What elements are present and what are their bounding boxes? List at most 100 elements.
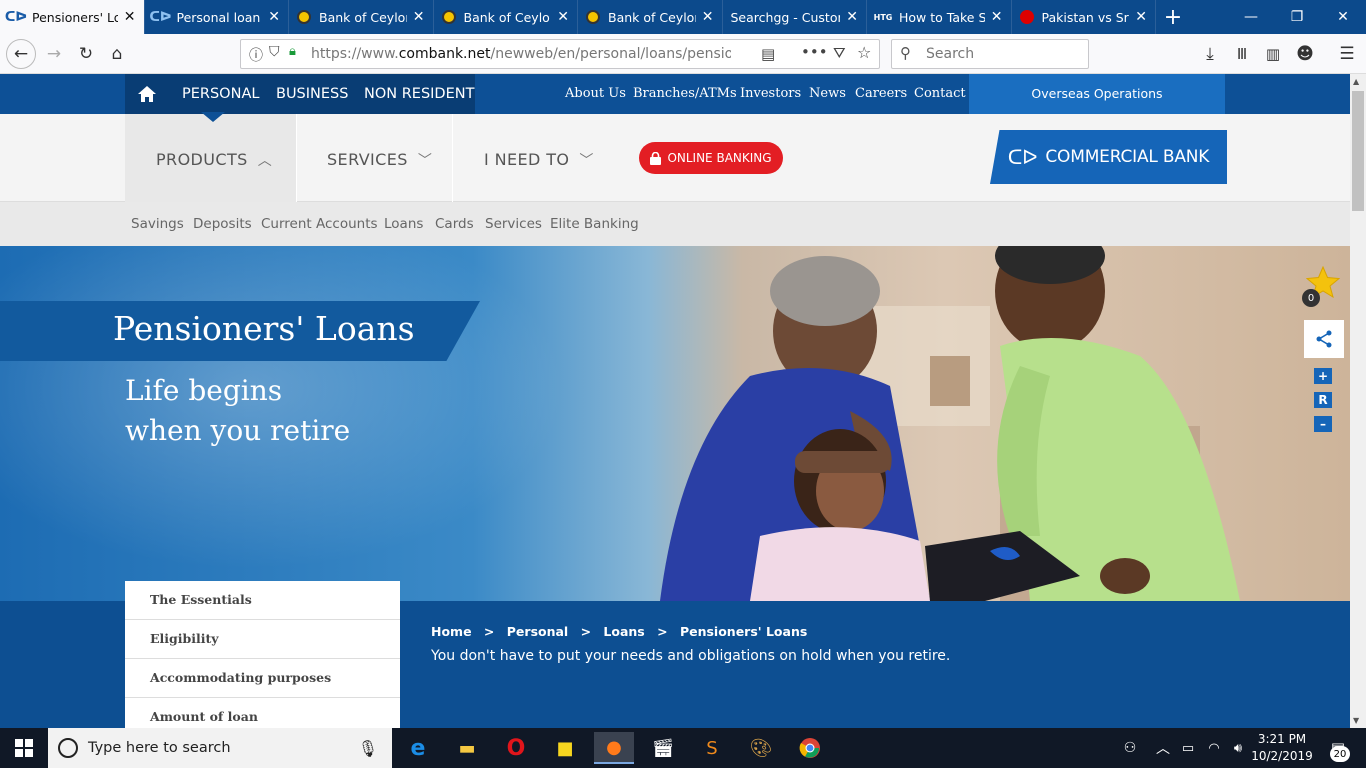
close-tab-icon[interactable]: ✕ [702,9,714,25]
tracking-shield-icon[interactable]: ⛉ [269,44,280,60]
scroll-down-arrow-icon[interactable]: ▼ [1353,716,1359,725]
menu-products[interactable]: PRODUCTS ︿ [156,150,272,170]
browser-tab[interactable]: Searchgg - Custom ✕ [723,0,867,34]
library-icon[interactable]: Ⅲ [1228,40,1256,68]
browser-tab[interactable]: ᑕᐅ Pensioners' Loans ✕ [0,0,145,34]
menu-hamburger-icon[interactable]: ☰ [1333,40,1361,68]
subnav-loans[interactable]: Loans [384,202,423,246]
taskbar-search-input[interactable]: Type here to search 🎙︎ [48,728,392,768]
browser-tab[interactable]: Bank of Ceylon ✕ [289,0,434,34]
start-button[interactable] [0,728,48,768]
home-icon[interactable]: ⌂ [103,40,131,68]
link-investors[interactable]: Investors [740,74,801,114]
subnav-elite-banking[interactable]: Elite Banking [550,202,639,246]
link-careers[interactable]: Careers [855,74,907,114]
boc-favicon-icon [441,10,456,24]
browser-tab[interactable]: HTG How to Take Scr ✕ [867,0,1012,34]
subnav-deposits[interactable]: Deposits [193,202,252,246]
menu-i-need-to[interactable]: I NEED TO ﹀ [484,150,594,170]
file-explorer-icon[interactable]: ▬ [447,732,487,764]
battery-icon[interactable]: ▭ [1174,732,1202,764]
sidebar-icon[interactable]: ▥ [1259,40,1287,68]
chrome-icon[interactable] [790,732,830,764]
menu-services[interactable]: SERVICES ﹀ [327,150,432,170]
browser-tab[interactable]: Bank of Ceylon ✕ [578,0,723,34]
close-tab-icon[interactable]: ✕ [124,9,136,25]
microphone-icon[interactable]: 🎙︎ [358,739,378,758]
link-branches-atms[interactable]: Branches/ATMs [633,74,737,114]
close-tab-icon[interactable]: ✕ [846,9,858,25]
opera-icon[interactable]: O [496,732,536,764]
system-clock[interactable]: 3:21 PM 10/2/2019 [1250,731,1314,765]
reader-view-icon[interactable]: ▤ [761,45,775,63]
link-news[interactable]: News [809,74,846,114]
sticky-notes-icon[interactable]: ■ [545,732,585,764]
video-editor-icon[interactable]: 🎬︎ [643,732,683,764]
paint-icon[interactable]: 🎨︎ [741,732,781,764]
pocket-icon[interactable]: ⛛ [833,44,846,62]
side-menu-item-eligibility[interactable]: Eligibility [125,620,400,659]
scrollbar-thumb[interactable] [1352,91,1364,211]
side-menu-item-purposes[interactable]: Accommodating purposes [125,659,400,698]
share-button[interactable] [1304,320,1344,358]
overseas-operations-link[interactable]: Overseas Operations [969,74,1225,114]
text-size-decrease-button[interactable]: – [1314,416,1332,432]
browser-tab[interactable]: Pakistan vs Sri Lan ✕ [1012,0,1156,34]
chevron-up-icon: ︿ [257,153,273,169]
edge-icon[interactable]: e [398,732,438,764]
scroll-up-arrow-icon[interactable]: ▲ [1353,77,1359,86]
boc-favicon-icon [586,10,600,24]
info-icon[interactable]: ⓘ [249,45,263,65]
close-tab-icon[interactable]: ✕ [991,9,1003,25]
bookmark-star-icon[interactable]: ☆ [857,43,871,62]
page-scrollbar[interactable]: ▲ ▼ [1350,74,1366,728]
new-tab-button[interactable]: + [1156,0,1190,34]
subnav-services[interactable]: Services [485,202,542,246]
minimize-icon[interactable]: — [1228,0,1274,34]
site-home-button[interactable] [125,74,169,114]
close-tab-icon[interactable]: ✕ [413,9,425,25]
side-menu-item-amount[interactable]: Amount of loan [125,698,400,728]
page-actions-icon[interactable]: ••• [801,43,828,61]
subnav-savings[interactable]: Savings [131,202,184,246]
sublime-text-icon[interactable]: S [692,732,732,764]
search-icon: ⚲ [900,44,911,62]
browser-tab[interactable]: ᑕᐅ Personal loan | Pe ✕ [145,0,289,34]
nav-business[interactable]: BUSINESS [276,74,348,114]
side-menu-item-essentials[interactable]: The Essentials [125,581,400,620]
commercial-bank-logo[interactable]: ᑕᐅ COMMERCIAL BANK [990,130,1227,184]
chevron-down-icon: ﹀ [579,153,594,169]
account-icon[interactable]: ☻ [1291,40,1319,68]
reload-icon[interactable]: ↻ [72,40,100,68]
menu-products-label: PRODUCTS [156,150,248,169]
restore-icon[interactable]: ❐ [1274,0,1320,34]
nav-personal[interactable]: PERSONAL [182,74,259,114]
lock-icon: 🔒︎ [289,44,296,59]
online-banking-button[interactable]: ONLINE BANKING [639,142,783,174]
nav-non-resident[interactable]: NON RESIDENT [364,74,474,114]
site-top-nav: PERSONAL BUSINESS NON RESIDENT About Us … [0,74,1350,114]
breadcrumb-home[interactable]: Home [431,624,472,639]
breadcrumb-loans[interactable]: Loans [603,624,644,639]
downloads-icon[interactable]: ⤓ [1196,40,1224,68]
subnav-current-accounts[interactable]: Current Accounts [261,202,378,246]
subnav-cards[interactable]: Cards [435,202,474,246]
forward-arrow-icon[interactable]: → [40,40,68,68]
people-icon[interactable]: ⚇ [1110,732,1150,764]
close-tab-icon[interactable]: ✕ [1135,9,1147,25]
browser-tab[interactable]: Bank of Ceylon ✕ [434,0,578,34]
link-contact[interactable]: Contact [914,74,966,114]
browser-search-input[interactable]: ⚲ Search [891,39,1089,69]
close-tab-icon[interactable]: ✕ [557,9,569,25]
share-icon [1316,330,1332,348]
link-about-us[interactable]: About Us [565,74,626,114]
breadcrumb-personal[interactable]: Personal [507,624,568,639]
close-window-icon[interactable]: ✕ [1320,0,1366,34]
text-size-reset-button[interactable]: R [1314,392,1332,408]
volume-icon[interactable]: 🔊︎ [1224,732,1252,764]
firefox-icon[interactable]: ● [594,732,634,764]
back-arrow-icon[interactable]: ← [6,39,36,69]
text-size-increase-button[interactable]: + [1314,368,1332,384]
close-tab-icon[interactable]: ✕ [268,9,280,25]
address-bar[interactable]: ⓘ ⛉ 🔒︎ https://www.combank.net/newweb/en… [240,39,880,69]
